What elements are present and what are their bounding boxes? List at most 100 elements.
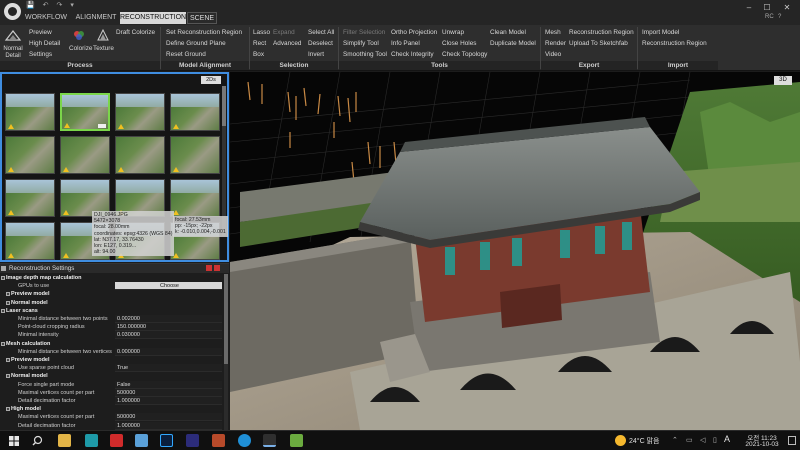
box-button[interactable]: Box xyxy=(253,51,264,59)
settings-value-field[interactable]: True xyxy=(115,364,222,373)
maximize-button[interactable]: ☐ xyxy=(760,3,774,13)
image-thumbnail[interactable] xyxy=(5,136,55,174)
image-thumbnail[interactable] xyxy=(115,136,165,174)
settings-value-field[interactable]: 0.000000 xyxy=(115,347,222,356)
settings-value-field[interactable]: 150.000000 xyxy=(115,323,222,332)
minimize-button[interactable]: – xyxy=(742,3,756,13)
smoothing-tool-button[interactable]: Smoothing Tool xyxy=(343,51,387,59)
expand-button[interactable]: Expand xyxy=(273,29,295,37)
draft-colorize-button[interactable]: Draft Colorize xyxy=(116,29,155,37)
close-holes-button[interactable]: Close Holes xyxy=(442,40,476,48)
section-expand-icon[interactable] xyxy=(6,292,10,297)
edge-icon[interactable] xyxy=(238,434,251,447)
image-thumbnail[interactable] xyxy=(170,136,220,174)
tab-alignment[interactable]: ALIGNMENT xyxy=(72,12,120,24)
weather-text[interactable]: 24°C 맑음 xyxy=(629,436,659,446)
image-thumbnail[interactable] xyxy=(170,179,220,217)
lasso-button[interactable]: Lasso xyxy=(253,29,270,37)
normal-detail-button[interactable]: Normal Detail xyxy=(1,46,25,60)
settings-value-field[interactable]: False xyxy=(115,380,222,389)
export-mesh-button[interactable]: Mesh xyxy=(545,29,561,37)
video-button[interactable]: Video xyxy=(545,51,561,59)
settings-value-field[interactable]: 0.030000 xyxy=(115,331,222,340)
settings-scrollbar[interactable] xyxy=(224,274,228,431)
normal-detail-icon[interactable] xyxy=(3,28,23,44)
tab-reconstruction[interactable]: RECONSTRUCTION xyxy=(120,12,186,24)
qat-dropdown-icon[interactable]: ▾ xyxy=(70,2,77,9)
high-detail-button[interactable]: High Detail xyxy=(29,40,60,48)
photoshop-icon[interactable] xyxy=(160,434,173,447)
battery-icon[interactable]: ▯ xyxy=(713,436,717,444)
invert-button[interactable]: Invert xyxy=(308,51,324,59)
reset-ground-button[interactable]: Reset Ground xyxy=(166,51,206,59)
weather-sun-icon[interactable] xyxy=(615,435,626,446)
thumbnail-scrollbar[interactable] xyxy=(222,86,226,236)
image-thumbnail[interactable] xyxy=(170,93,220,131)
acrobat-icon[interactable] xyxy=(110,434,123,447)
reality-capture-taskbar-icon[interactable] xyxy=(263,434,276,447)
ime-indicator[interactable]: A xyxy=(724,434,730,444)
image-thumbnail[interactable] xyxy=(5,93,55,131)
colorize-icon[interactable] xyxy=(72,28,86,42)
rect-button[interactable]: Rect xyxy=(253,40,266,48)
clock-date[interactable]: 2021-10-03 xyxy=(738,441,786,448)
check-integrity-button[interactable]: Check Integrity xyxy=(391,51,434,59)
app-icon-navy[interactable] xyxy=(186,434,199,447)
3d-viewport[interactable]: 3D xyxy=(230,72,800,430)
image-thumbnail[interactable] xyxy=(5,222,55,260)
notification-icon[interactable] xyxy=(788,436,796,445)
image-viewer-icon[interactable] xyxy=(135,434,148,447)
section-expand-icon[interactable] xyxy=(1,308,5,313)
save-icon[interactable]: 💾 xyxy=(26,2,38,9)
settings-property-row[interactable]: Detail decimation factor 1.000000 xyxy=(2,421,222,431)
colorize-button[interactable]: Colorize xyxy=(69,45,92,53)
panel-close-icon[interactable] xyxy=(214,265,220,271)
user-initials[interactable]: RC xyxy=(765,14,774,20)
settings-value-field[interactable]: 1.000000 xyxy=(115,421,222,430)
settings-button[interactable]: Settings xyxy=(29,51,52,59)
image-thumbnail[interactable] xyxy=(60,136,110,174)
upload-sketchfab-button[interactable]: Upload To Sketchfab xyxy=(569,40,628,48)
texture-icon[interactable] xyxy=(96,28,110,42)
close-button[interactable]: ✕ xyxy=(780,3,794,13)
windows-start-icon[interactable] xyxy=(9,436,19,446)
render-button[interactable]: Render xyxy=(545,40,566,48)
settings-value-field[interactable]: 1.000000 xyxy=(115,397,222,405)
export-reconstruction-region-button[interactable]: Reconstruction Region xyxy=(569,29,634,37)
image-thumbnail[interactable] xyxy=(5,179,55,217)
tab-scene[interactable]: SCENE xyxy=(187,12,217,24)
file-explorer-icon[interactable] xyxy=(58,434,71,447)
choose-gpus-button[interactable]: Choose xyxy=(115,282,222,291)
volume-icon[interactable]: ◁ xyxy=(700,436,705,444)
preview-button[interactable]: Preview xyxy=(29,29,52,37)
view-3d-label[interactable]: 3D xyxy=(774,76,792,85)
image-thumbnail-selected[interactable] xyxy=(60,93,110,131)
section-expand-icon[interactable] xyxy=(6,374,10,379)
check-topology-button[interactable]: Check Topology xyxy=(442,51,487,59)
help-icon[interactable]: ? xyxy=(778,14,781,20)
section-expand-icon[interactable] xyxy=(6,407,10,412)
section-expand-icon[interactable] xyxy=(1,276,5,280)
section-expand-icon[interactable] xyxy=(1,341,5,346)
view-2ds-label[interactable]: 2Ds xyxy=(201,76,221,84)
import-model-button[interactable]: Import Model xyxy=(642,29,679,37)
import-reconstruction-region-button[interactable]: Reconstruction Region xyxy=(642,40,707,48)
section-expand-icon[interactable] xyxy=(6,358,10,362)
unwrap-button[interactable]: Unwrap xyxy=(442,29,464,37)
settings-value-field[interactable]: 500000 xyxy=(115,388,222,397)
app-icon-teal[interactable] xyxy=(85,434,98,447)
settings-value-field[interactable]: 0.002000 xyxy=(115,315,222,323)
texture-button[interactable]: Texture xyxy=(93,45,114,53)
set-reconstruction-region-button[interactable]: Set Reconstruction Region xyxy=(166,29,242,37)
app-logo-icon[interactable] xyxy=(4,3,21,20)
select-all-button[interactable]: Select All xyxy=(308,29,334,37)
show-hidden-icons[interactable]: ⌃ xyxy=(672,436,678,444)
deselect-button[interactable]: Deselect xyxy=(308,40,333,48)
simplify-tool-button[interactable]: Simplify Tool xyxy=(343,40,379,48)
define-ground-plane-button[interactable]: Define Ground Plane xyxy=(166,40,226,48)
office-icon[interactable] xyxy=(212,434,225,447)
redo-icon[interactable]: ↷ xyxy=(57,2,66,9)
duplicate-model-button[interactable]: Duplicate Model xyxy=(490,40,536,48)
undo-icon[interactable]: ↶ xyxy=(43,2,52,9)
app-icon-green[interactable] xyxy=(290,434,303,447)
